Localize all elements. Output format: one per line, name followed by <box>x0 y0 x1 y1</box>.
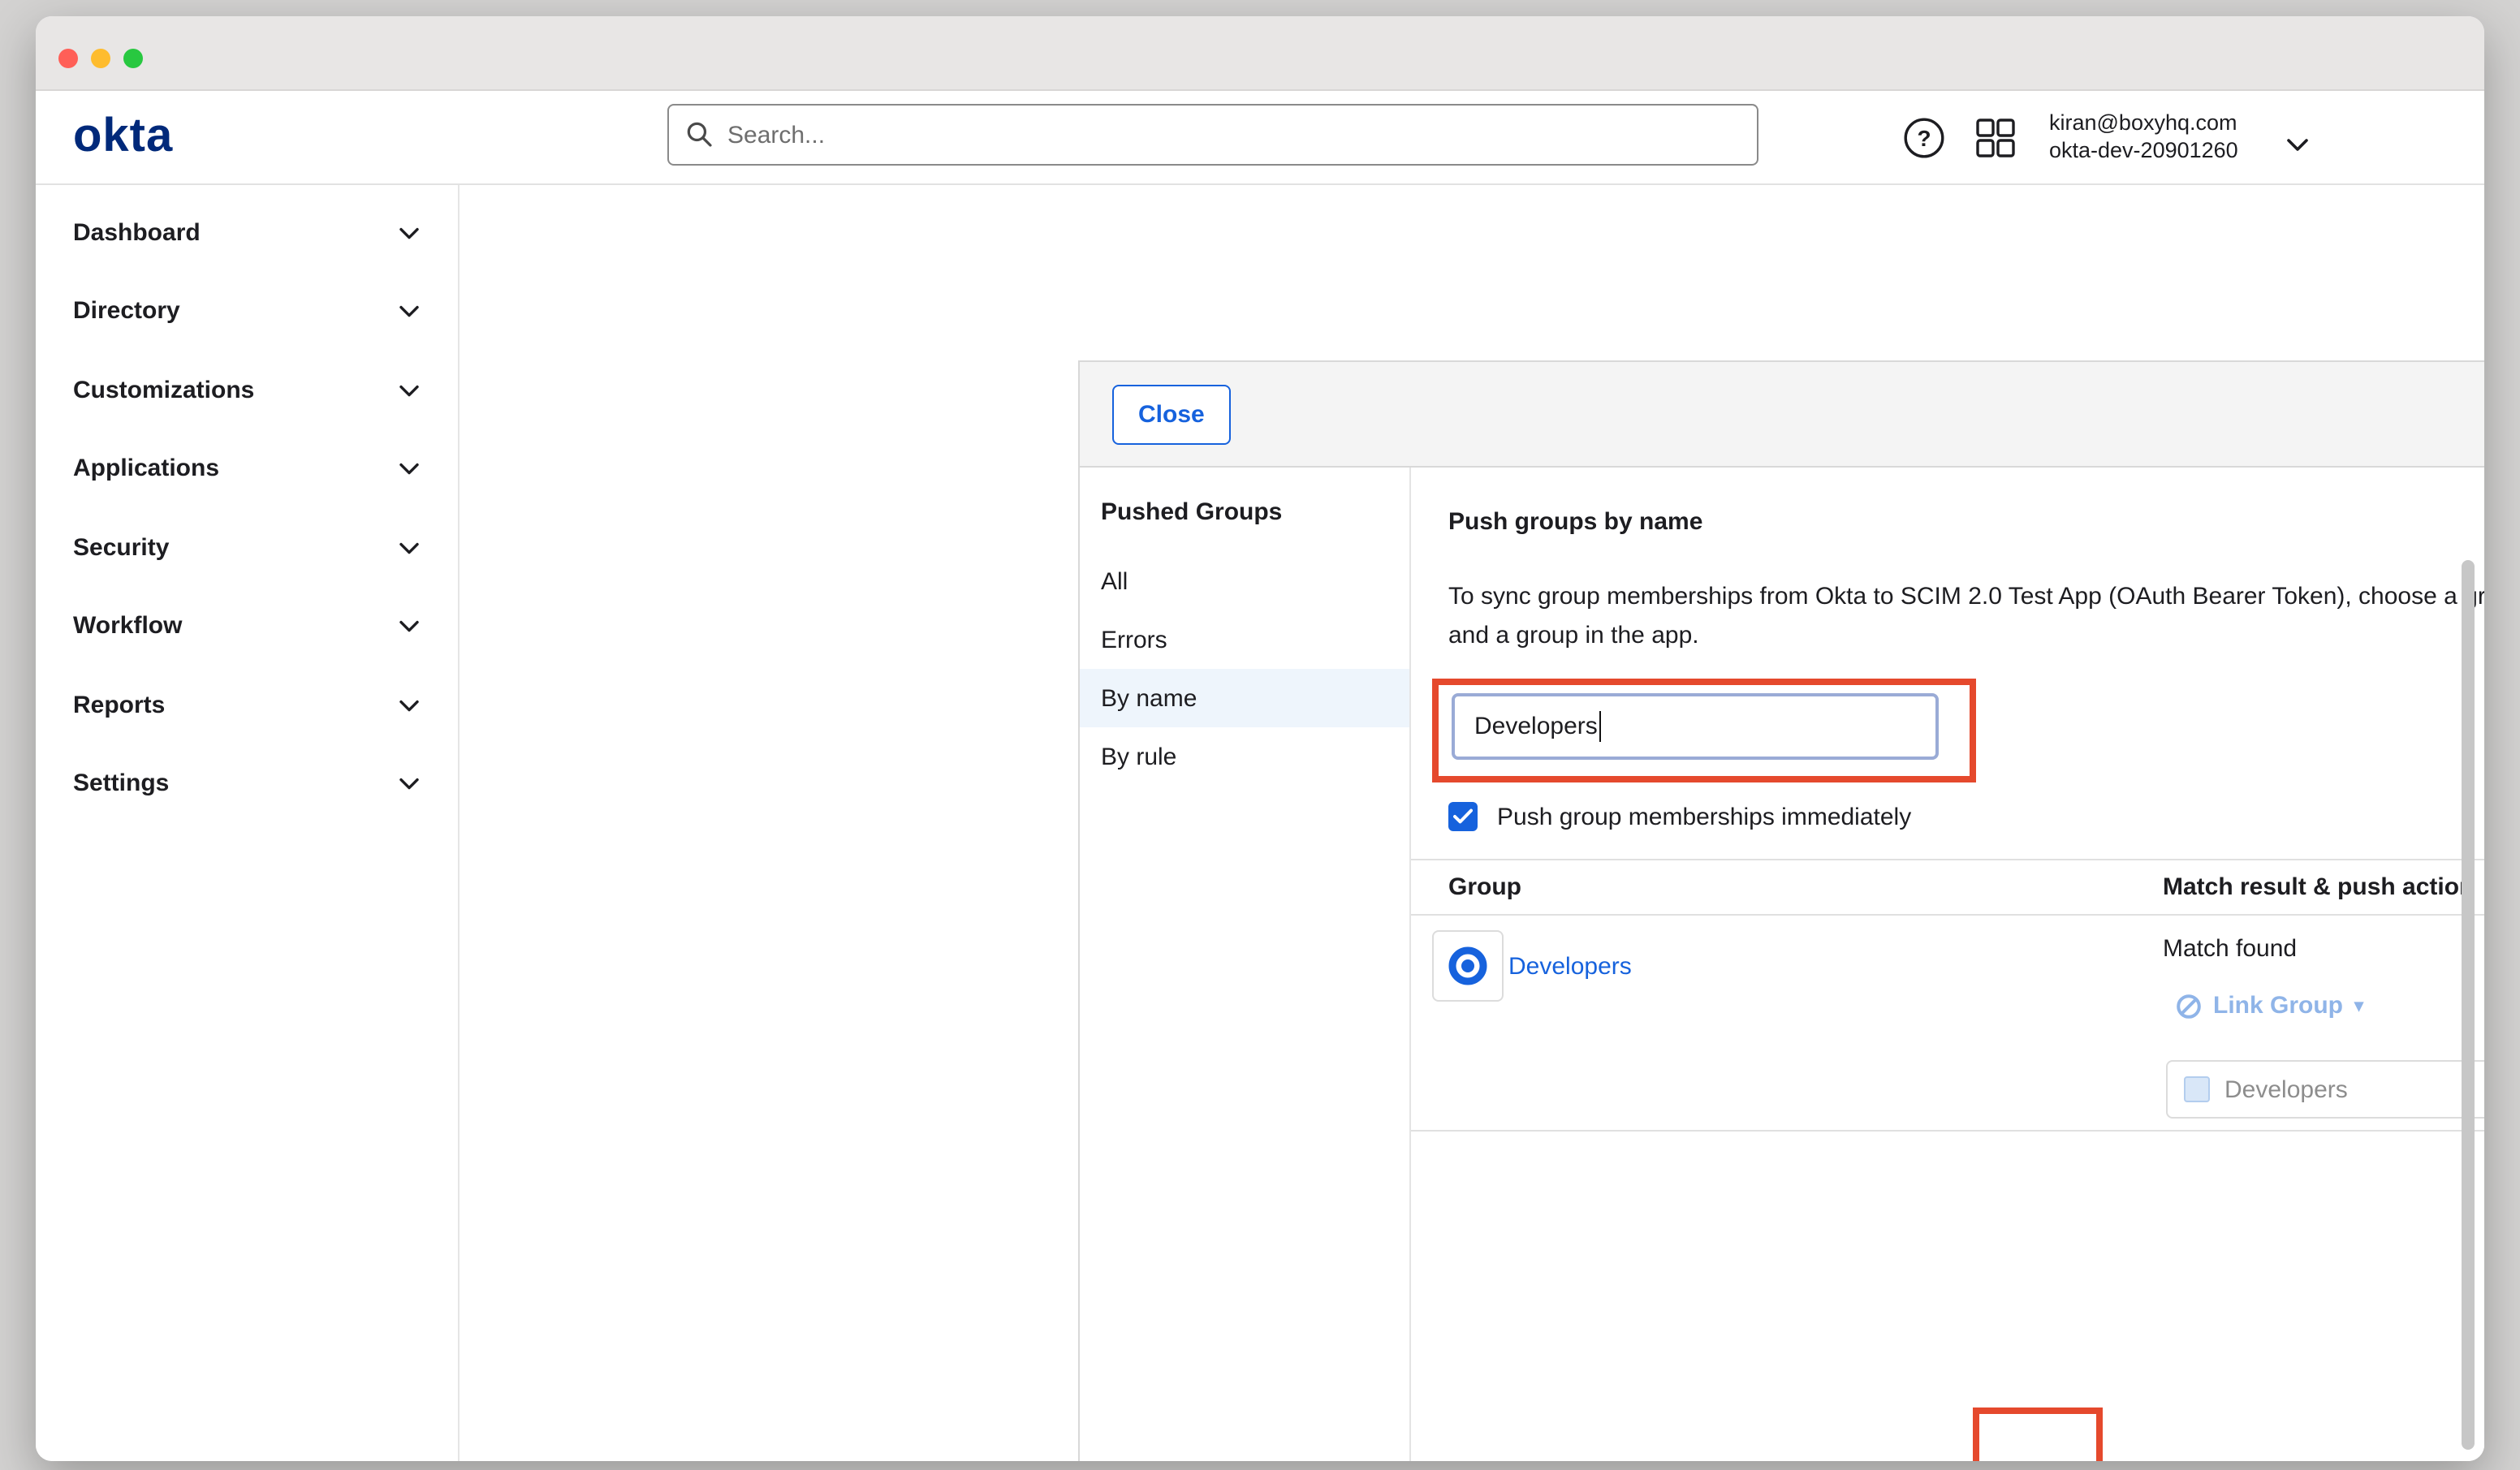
sidebar-item-directory[interactable]: Directory <box>36 272 458 351</box>
group-avatar <box>1432 930 1504 1002</box>
push-immediately-row: Push group memberships immediately <box>1448 802 1911 831</box>
search-icon <box>685 120 714 149</box>
target-group-avatar <box>2184 1076 2210 1102</box>
chevron-down-icon <box>399 377 419 404</box>
match-table-row: Developers Match found Link Group ▾ Deve… <box>1411 916 2484 1132</box>
target-group-dropdown[interactable]: Developers ▾ <box>2166 1060 2484 1119</box>
sidebar-item-customizations[interactable]: Customizations <box>36 351 458 429</box>
help-icon[interactable]: ? <box>1903 117 1945 159</box>
sidebar-item-dashboard[interactable]: Dashboard <box>36 193 458 272</box>
group-name-input[interactable]: Developers <box>1452 693 1939 760</box>
okta-logo[interactable]: okta <box>73 110 173 164</box>
chevron-down-icon <box>399 298 419 325</box>
match-status-text: Match found <box>2163 935 2297 963</box>
check-icon <box>1453 808 1473 825</box>
vertical-scrollbar[interactable] <box>2462 560 2475 1450</box>
app-header: okta ? kiran@boxyhq.com okta-dev-2090126… <box>36 91 2484 185</box>
text-cursor <box>1599 711 1602 742</box>
pushed-groups-title: Pushed Groups <box>1101 498 1282 526</box>
dialog-toolbar: Close <box>1080 362 2484 468</box>
main-content: Close Pushed Groups All Errors By name B… <box>460 185 2484 1461</box>
titlebar <box>36 16 2484 91</box>
group-developers-link[interactable]: Developers <box>1508 953 1632 981</box>
push-groups-dialog: Close Pushed Groups All Errors By name B… <box>1078 360 2484 1461</box>
screenshot-stage: okta ? kiran@boxyhq.com okta-dev-2090126… <box>0 0 2520 1470</box>
group-name-value: Developers <box>1474 713 1598 740</box>
push-by-name-panel: Push groups by name To sync group member… <box>1411 468 2484 1461</box>
chevron-down-icon <box>399 692 419 719</box>
account-org: okta-dev-20901260 <box>2049 136 2238 164</box>
group-icon <box>1445 943 1491 989</box>
sidebar-item-security[interactable]: Security <box>36 508 458 587</box>
close-button[interactable]: Close <box>1112 385 1231 445</box>
column-group: Group <box>1448 873 1521 901</box>
link-group-icon <box>2176 993 2202 1019</box>
account-email: kiran@boxyhq.com <box>2049 109 2238 136</box>
target-group-value: Developers <box>2224 1076 2484 1103</box>
link-group-button[interactable]: Link Group ▾ <box>2176 992 2363 1020</box>
chevron-down-icon <box>399 534 419 562</box>
close-window-button[interactable] <box>58 49 78 68</box>
global-search[interactable] <box>667 104 1758 166</box>
account-chevron-down-icon[interactable] <box>2286 131 2309 161</box>
search-input[interactable] <box>727 121 1741 149</box>
chevron-down-icon <box>399 770 419 798</box>
minimize-window-button[interactable] <box>91 49 110 68</box>
panel-description: To sync group memberships from Okta to S… <box>1448 578 2484 656</box>
sidebar: Dashboard Directory Customizations Appli… <box>36 185 460 1461</box>
account-menu[interactable]: kiran@boxyhq.com okta-dev-20901260 <box>2049 109 2238 164</box>
sidebar-item-applications[interactable]: Applications <box>36 429 458 508</box>
sidebar-item-workflow[interactable]: Workflow <box>36 587 458 666</box>
nav-item-errors[interactable]: Errors <box>1080 610 1409 669</box>
nav-item-all[interactable]: All <box>1080 552 1409 610</box>
zoom-window-button[interactable] <box>123 49 143 68</box>
sidebar-item-reports[interactable]: Reports <box>36 666 458 744</box>
column-match-result: Match result & push action <box>2163 873 2474 901</box>
push-immediately-label: Push group memberships immediately <box>1497 803 1911 830</box>
push-immediately-checkbox[interactable] <box>1448 802 1478 831</box>
sidebar-item-settings[interactable]: Settings <box>36 744 458 823</box>
pushed-groups-nav: Pushed Groups All Errors By name By rule <box>1080 468 1411 1461</box>
match-table-header: Group Match result & push action <box>1411 859 2484 916</box>
panel-title: Push groups by name <box>1448 508 1702 536</box>
browser-window: okta ? kiran@boxyhq.com okta-dev-2090126… <box>36 16 2484 1461</box>
svg-text:?: ? <box>1917 126 1931 151</box>
chevron-down-icon <box>399 455 419 483</box>
nav-item-by-name[interactable]: By name <box>1080 669 1409 727</box>
chevron-down-icon <box>399 613 419 640</box>
apps-grid-icon[interactable] <box>1974 117 2017 159</box>
nav-item-by-rule[interactable]: By rule <box>1080 727 1409 786</box>
link-group-caret-icon: ▾ <box>2354 995 2363 1016</box>
chevron-down-icon <box>399 219 419 247</box>
